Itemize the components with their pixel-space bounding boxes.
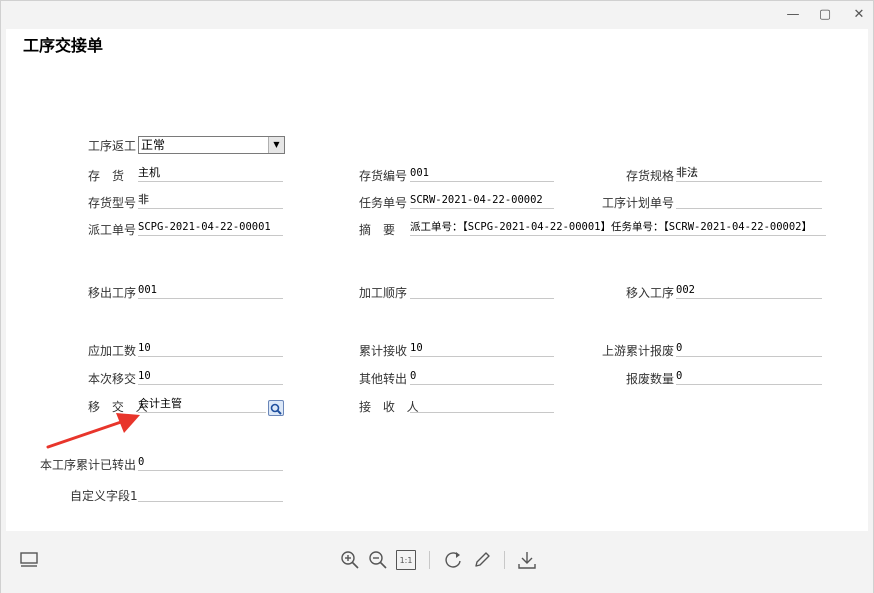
inventory-model-field[interactable]: 非 — [138, 193, 283, 209]
cum-received-label: 累计接收 — [359, 344, 408, 358]
viewer-toolbar: 1:1 — [1, 531, 873, 593]
inventory-code-field[interactable]: 001 — [410, 166, 554, 182]
lookup-button[interactable] — [268, 400, 284, 416]
cum-transferred-label: 本工序累计已转出 — [40, 458, 137, 472]
process-plan-no-label: 工序计划单号 — [602, 196, 675, 210]
custom-field-label: 自定义字段1 — [70, 489, 138, 503]
this-transfer-label: 本次移交 — [88, 372, 137, 386]
process-order-field[interactable] — [410, 283, 554, 299]
download-icon[interactable] — [516, 549, 538, 571]
zoom-in-icon[interactable] — [339, 549, 361, 571]
cum-transferred-field[interactable]: 0 — [138, 455, 283, 471]
process-rework-select[interactable]: 正常 ▼ — [138, 136, 285, 154]
zoom-out-icon[interactable] — [367, 549, 389, 571]
magnifier-icon — [270, 403, 282, 415]
due-qty-field[interactable]: 10 — [138, 341, 283, 357]
inventory-spec-field[interactable]: 非法 — [676, 166, 822, 182]
close-button[interactable]: ✕ — [847, 5, 871, 25]
in-process-label: 移入工序 — [626, 286, 675, 300]
in-process-field[interactable]: 002 — [676, 283, 822, 299]
out-process-label: 移出工序 — [88, 286, 137, 300]
task-no-field[interactable]: SCRW-2021-04-22-00002 — [410, 193, 554, 209]
toolbar-divider — [429, 551, 430, 569]
scrap-qty-label: 报废数量 — [626, 372, 675, 386]
chevron-down-icon[interactable]: ▼ — [268, 137, 284, 153]
cum-received-field[interactable]: 10 — [410, 341, 554, 357]
other-out-field[interactable]: 0 — [410, 369, 554, 385]
actual-size-icon[interactable]: 1:1 — [396, 550, 416, 570]
viewer-window: — ▢ ✕ 工序交接单 工序返工 正常 ▼ 存 货 主机 存货编号 001 存货… — [0, 0, 874, 593]
dispatch-no-label: 派工单号 — [88, 223, 137, 237]
due-qty-label: 应加工数 — [88, 344, 137, 358]
page-title: 工序交接单 — [23, 36, 104, 55]
custom-field-input[interactable] — [138, 486, 283, 502]
maximize-button[interactable]: ▢ — [813, 5, 837, 25]
summary-label: 摘 要 — [359, 223, 396, 237]
upstream-scrap-field[interactable]: 0 — [676, 341, 822, 357]
inventory-model-label: 存货型号 — [88, 196, 137, 210]
inventory-label: 存 货 — [88, 169, 125, 183]
inventory-field[interactable]: 主机 — [138, 166, 283, 182]
dispatch-no-field[interactable]: SCPG-2021-04-22-00001 — [138, 220, 283, 236]
inventory-code-label: 存货编号 — [359, 169, 408, 183]
annotation-arrow-icon — [46, 413, 140, 449]
process-plan-no-field[interactable] — [676, 193, 822, 209]
upstream-scrap-label: 上游累计报废 — [602, 344, 675, 358]
this-transfer-field[interactable]: 10 — [138, 369, 283, 385]
edit-pen-icon[interactable] — [471, 549, 493, 571]
inventory-spec-label: 存货规格 — [626, 169, 675, 183]
process-rework-label: 工序返工 — [88, 139, 137, 153]
rotate-icon[interactable] — [442, 549, 464, 571]
minimize-button[interactable]: — — [781, 5, 805, 25]
summary-field[interactable]: 派工单号：【SCPG-2021-04-22-00001】任务单号：【SCRW-2… — [410, 220, 826, 236]
receiver-field[interactable] — [410, 397, 554, 413]
task-no-label: 任务单号 — [359, 196, 408, 210]
out-process-field[interactable]: 001 — [138, 283, 283, 299]
document-page: 工序交接单 工序返工 正常 ▼ 存 货 主机 存货编号 001 存货规格 非法 … — [6, 29, 868, 531]
scrap-qty-field[interactable]: 0 — [676, 369, 822, 385]
layout-icon[interactable] — [18, 549, 40, 571]
transferor-field[interactable]: 会计主管 — [138, 397, 266, 413]
process-order-label: 加工顺序 — [359, 286, 408, 300]
title-bar: — ▢ ✕ — [1, 1, 873, 29]
process-rework-value: 正常 — [141, 138, 166, 152]
other-out-label: 其他转出 — [359, 372, 408, 386]
toolbar-divider — [504, 551, 505, 569]
